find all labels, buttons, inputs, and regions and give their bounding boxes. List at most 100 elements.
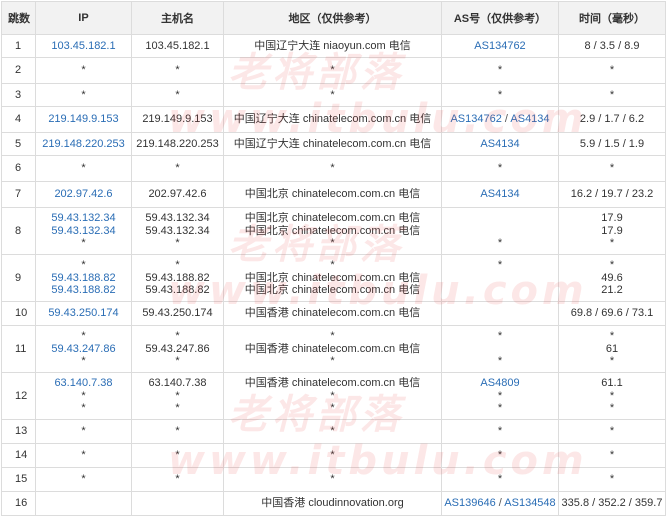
as-value: *: [497, 237, 503, 250]
host-value: 59.43.132.34: [145, 212, 210, 225]
hop-number: 14: [1, 443, 36, 468]
ip-cell-line: 59.43.188.82: [36, 272, 131, 285]
hop-number: 11: [1, 325, 36, 373]
time-cell-line: 21.2: [559, 284, 665, 297]
region-cell: *: [223, 57, 442, 84]
time-value: *: [609, 473, 615, 486]
region-value: 中国香港 chinatelecom.com.cn 电信: [244, 342, 421, 355]
ip-link[interactable]: 59.43.188.82: [51, 272, 115, 284]
region-cell-line: 中国辽宁大连 niaoyun.com 电信: [224, 40, 441, 53]
ip-link[interactable]: 103.45.182.1: [51, 40, 115, 52]
ip-link[interactable]: 59.43.247.86: [51, 343, 115, 355]
table-row: 5 219.148.220.253 219.148.220.253 中国辽宁大连 ch…: [1, 132, 666, 156]
ip-link[interactable]: 59.43.132.34: [51, 225, 115, 237]
table-row: 1 103.45.182.1 103.45.182.1 中国辽宁大连 niaoyun.…: [1, 34, 666, 58]
region-cell-line: 中国北京 chinatelecom.com.cn 电信: [224, 212, 441, 225]
ip-cell-line: 63.140.7.38: [36, 377, 131, 390]
hostname-cell-line: *: [132, 237, 223, 250]
time-cell-line: *: [559, 259, 665, 272]
region-cell-line: 中国香港 chinatelecom.com.cn 电信: [224, 307, 441, 320]
ip-link[interactable]: 63.140.7.38: [54, 377, 112, 389]
ip-link[interactable]: 219.148.220.253: [42, 138, 125, 150]
ip-value: *: [81, 402, 86, 415]
col-time-header: 时间（毫秒）: [558, 1, 666, 35]
region-cell-line: 中国香港 cloudinnovation.org: [224, 497, 441, 510]
region-cell: 中国辽宁大连 chinatelecom.com.cn 电信: [223, 132, 442, 156]
ip-cell: *: [35, 155, 132, 182]
hostname-cell-line: *: [132, 89, 223, 102]
col-hop-header: 跳数: [1, 1, 36, 35]
ip-cell-line: 59.43.132.34: [36, 212, 131, 225]
as-cell: *: [441, 155, 559, 182]
as-link[interactable]: AS4134: [510, 113, 549, 125]
host-value: 219.148.220.253: [136, 137, 219, 150]
host-value: *: [175, 355, 180, 368]
time-cell-line: *: [559, 89, 665, 102]
table-row: 6 * * * * *: [1, 155, 666, 182]
time-cell-line: *: [559, 402, 665, 415]
table-row: 16 中国香港 cloudinnovation.org AS139646 / AS1…: [1, 491, 666, 516]
region-value: 中国北京 chinatelecom.com.cn 电信: [244, 284, 421, 297]
ip-link[interactable]: 59.43.132.34: [51, 212, 115, 224]
ip-value: *: [81, 237, 86, 250]
region-value: 中国香港 chinatelecom.com.cn 电信: [244, 307, 421, 320]
as-cell: *: [441, 57, 559, 84]
hostname-cell: *: [131, 83, 224, 107]
region-value: 中国香港 cloudinnovation.org: [261, 497, 404, 510]
ip-link[interactable]: 219.149.9.153: [48, 113, 118, 125]
time-cell: *: [558, 419, 666, 444]
time-cell-line: *: [559, 162, 665, 175]
as-value: *: [497, 355, 503, 368]
region-cell-line: *: [224, 355, 441, 368]
region-cell: *: [223, 155, 442, 182]
region-value: 中国辽宁大连 niaoyun.com 电信: [254, 39, 411, 52]
hostname-cell-line: [132, 497, 223, 510]
region-cell-line: 中国辽宁大连 chinatelecom.com.cn 电信: [224, 113, 441, 126]
region-cell: 中国香港 chinatelecom.com.cn 电信: [223, 301, 442, 326]
as-link[interactable]: AS134762: [474, 40, 525, 52]
hostname-cell-line: 219.148.220.253: [132, 138, 223, 151]
time-value: *: [609, 162, 615, 175]
ip-cell: *: [35, 467, 132, 492]
time-cell-line: *: [559, 473, 665, 486]
region-value: *: [330, 389, 335, 402]
time-value: 2.9 / 1.7 / 6.2: [579, 113, 645, 126]
region-cell: *: [223, 443, 442, 468]
as-cell: AS4134: [441, 132, 559, 156]
hop-number: 15: [1, 467, 36, 492]
hop-number: 7: [1, 181, 36, 208]
hop-number: 4: [1, 106, 36, 133]
as-link[interactable]: AS134548: [504, 497, 555, 509]
as-link[interactable]: AS4134: [480, 138, 519, 150]
as-cell-line: [442, 343, 558, 356]
hostname-cell: *: [131, 155, 224, 182]
region-cell-line: 中国辽宁大连 chinatelecom.com.cn 电信: [224, 138, 441, 151]
as-link[interactable]: AS4134: [480, 188, 519, 200]
ip-cell: 63.140.7.38 * *: [35, 372, 132, 420]
as-link[interactable]: AS139646: [444, 497, 495, 509]
ip-link[interactable]: 202.97.42.6: [54, 188, 112, 200]
hostname-cell-line: *: [132, 259, 223, 272]
as-link[interactable]: AS4809: [480, 377, 519, 389]
time-value: 17.9: [601, 224, 623, 237]
as-cell-line: *: [442, 162, 558, 175]
ip-link[interactable]: 59.43.188.82: [51, 284, 115, 296]
host-value: *: [175, 330, 180, 343]
time-cell-line: *: [559, 237, 665, 250]
host-value: 59.43.247.86: [145, 342, 210, 355]
hostname-cell: *: [131, 419, 224, 444]
ip-link[interactable]: 59.43.250.174: [48, 307, 118, 319]
as-link[interactable]: AS134762: [450, 113, 501, 125]
region-value: *: [330, 259, 335, 272]
ip-cell-line: *: [36, 402, 131, 415]
time-cell: 69.8 / 69.6 / 73.1: [558, 301, 666, 326]
host-value: *: [175, 64, 180, 77]
region-cell: 中国香港 chinatelecom.com.cn 电信 * *: [223, 372, 442, 420]
host-value: *: [175, 473, 180, 486]
time-value: 16.2 / 19.7 / 23.2: [570, 188, 654, 201]
region-cell: *: [223, 467, 442, 492]
table-row: 11 * 59.43.247.86 * * 59.43.247.86 * * 中国香港 chin…: [1, 325, 666, 373]
time-cell-line: *: [559, 330, 665, 343]
time-cell-line: *: [559, 64, 665, 77]
as-cell-line: *: [442, 237, 558, 250]
